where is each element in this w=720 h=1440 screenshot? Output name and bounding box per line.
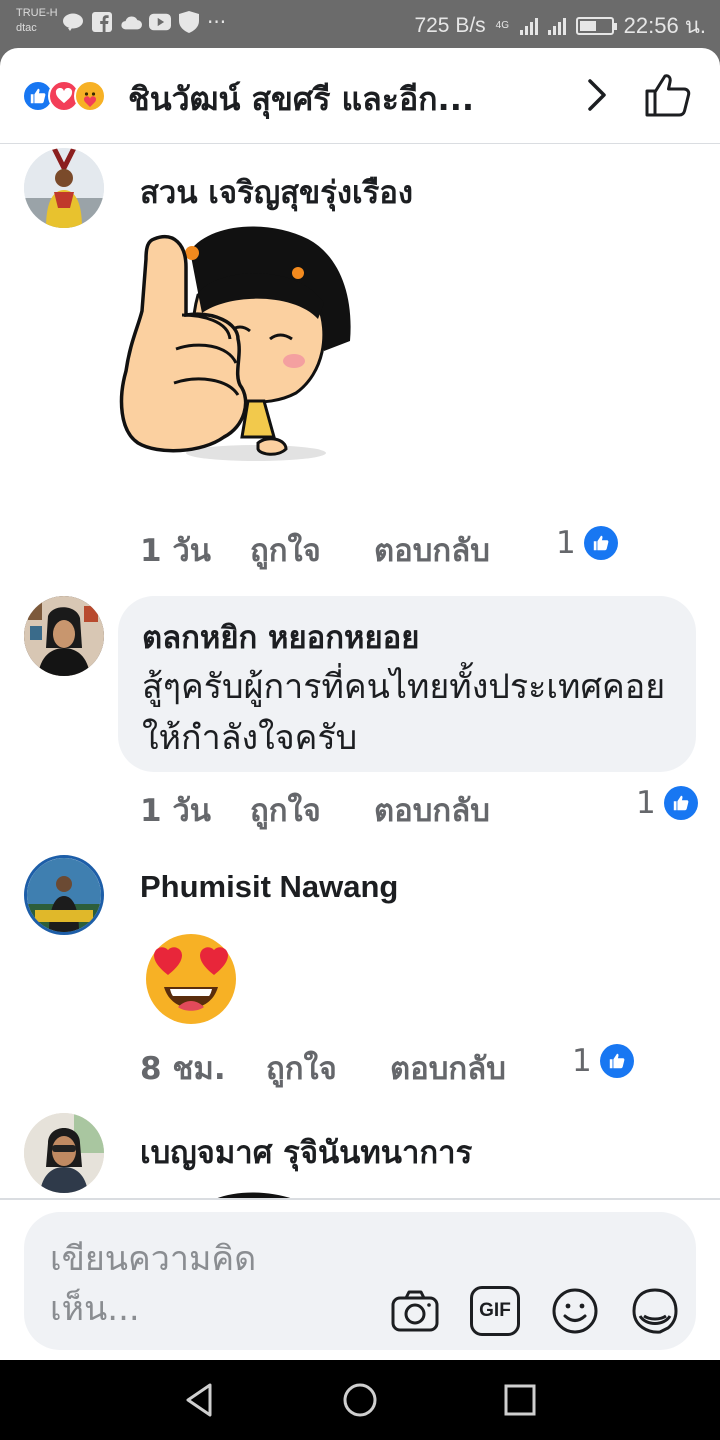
carrier-bottom: dtac [16,22,37,34]
more-dots-icon: ··· [207,10,227,34]
comment-placeholder[interactable]: เขียนความคิดเห็น... [50,1234,340,1334]
comment-time[interactable]: 1 วัน [140,525,211,575]
avatar[interactable] [24,855,104,935]
gif-icon[interactable]: GIF [470,1286,520,1336]
youtube-icon [149,12,171,32]
cloud-icon [120,12,142,32]
comment-list[interactable]: สวน เจริญสุขรุ่งเรือง 1 วัน ถูกใจ ตอบกลั… [0,145,720,1199]
like-comment-button[interactable]: ถูกใจ [266,1043,337,1093]
comment-bubble[interactable]: ตลกหยิก หยอกหยอย สู้ๆครับผู้การที่คนไทยท… [118,596,696,772]
gif-label: GIF [479,1300,511,1321]
like-comment-button[interactable]: ถูกใจ [250,785,321,835]
recents-button[interactable] [500,1380,540,1420]
comment-text: สู้ๆครับผู้การที่คนไทยทั้งประเทศคอยให้กำ… [142,667,666,758]
avatar[interactable] [24,1113,104,1193]
battery-icon [575,16,617,35]
sticker-icon[interactable] [630,1286,680,1336]
like-count: 1 [556,525,576,561]
heart-eyes-emoji [142,929,240,1025]
comment-author[interactable]: ตลกหยิก หยอกหยอย [142,612,419,662]
line-icon [62,12,84,32]
comment-author[interactable]: สวน เจริญสุขรุ่งเรือง [140,167,413,217]
like-badge-icon [663,786,698,820]
like-count: 1 [636,785,656,821]
clock: 22:56 น. [623,13,706,38]
like-comment-button[interactable]: ถูกใจ [250,525,321,575]
status-bar: TRUE-H dtac ··· 725 B/s 4G 22:56 น. [0,0,720,50]
reactions-title[interactable]: ชินวัฒน์ สุขศรี และอีก... [128,74,474,125]
status-right: 725 B/s 4G 22:56 น. [414,8,706,43]
carrier-names: TRUE-H dtac [16,6,58,36]
reaction-icons[interactable] [22,80,106,112]
like-badge-icon [599,1044,634,1078]
like-count: 1 [572,1043,592,1079]
signal-icon-2 [547,17,566,35]
care-reaction-icon [74,80,106,112]
carrier-top: TRUE-H [16,7,58,19]
thumbs-up-girl-sticker [118,223,354,463]
comment-like-count[interactable]: 1 [636,785,698,821]
reply-button[interactable]: ตอบกลับ [374,525,490,575]
back-button[interactable] [180,1380,220,1420]
camera-icon[interactable] [390,1286,440,1336]
home-button[interactable] [340,1380,380,1420]
reply-button[interactable]: ตอบกลับ [374,785,490,835]
avatar[interactable] [24,596,104,676]
battery-level [579,20,597,31]
reply-button[interactable]: ตอบกลับ [390,1043,506,1093]
comment-composer: เขียนความคิดเห็น... GIF [0,1198,720,1360]
emoji-icon[interactable] [550,1286,600,1336]
comment-input[interactable]: เขียนความคิดเห็น... GIF [24,1212,696,1350]
comment-time[interactable]: 1 วัน [140,785,211,835]
like-post-button[interactable] [644,72,692,118]
comment-time[interactable]: 8 ชม. [140,1043,226,1093]
like-badge-icon [583,526,618,560]
comments-sheet: ชินวัฒน์ สุขศรี และอีก... สวน เจริญสุขรุ… [0,48,720,1360]
comment-author[interactable]: เบญจมาศ รุจินันทนาการ [140,1127,472,1177]
net-speed: 725 B/s [414,13,486,37]
comment-author[interactable]: Phumisit Nawang [140,869,398,905]
signal-icon [519,17,538,35]
avatar[interactable] [24,148,104,228]
reactions-header[interactable]: ชินวัฒน์ สุขศรี และอีก... [0,48,720,144]
shield-icon [178,11,200,33]
network-type-icon: 4G [495,19,510,31]
comment-like-count[interactable]: 1 [572,1043,634,1079]
chevron-right-icon[interactable] [582,78,612,112]
notification-icons: ··· [62,10,227,34]
facebook-icon [91,12,113,32]
comment-like-count[interactable]: 1 [556,525,618,561]
system-nav-bar [0,1360,720,1440]
